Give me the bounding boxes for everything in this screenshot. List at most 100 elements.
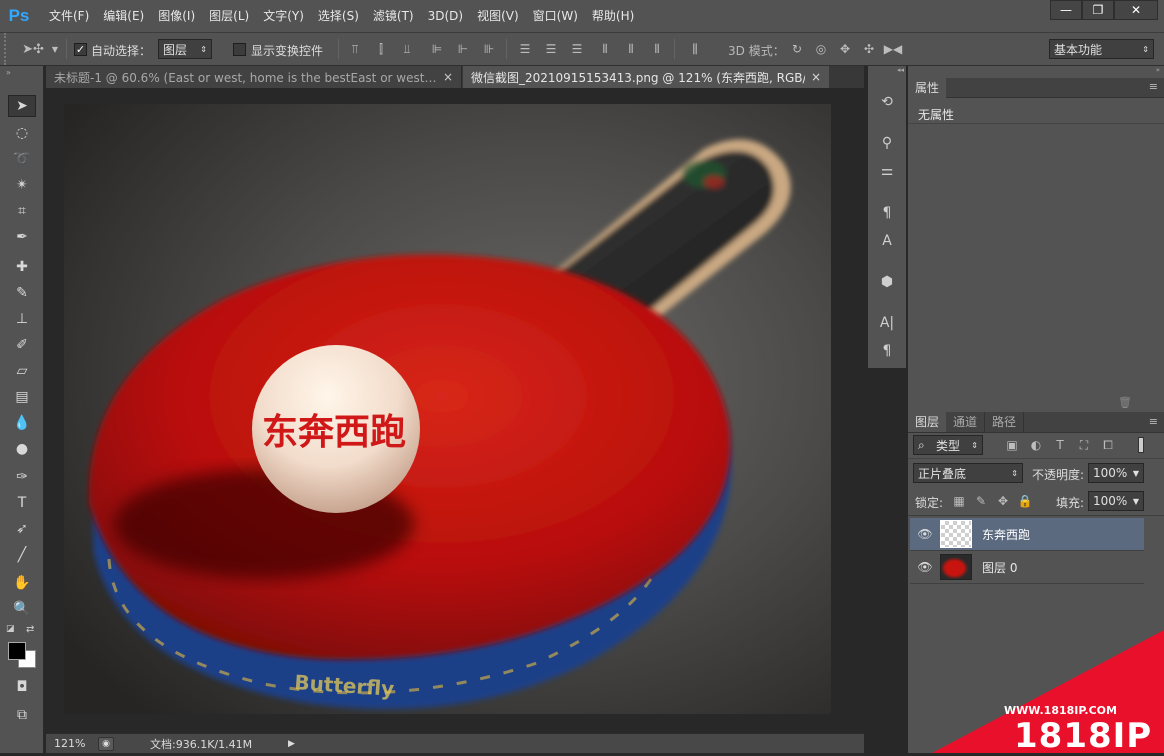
crop-tool-icon[interactable]: ⌗ <box>8 200 36 222</box>
pen-tool-icon[interactable]: ✑ <box>8 466 36 488</box>
paragraph-styles-icon[interactable]: A <box>874 230 900 252</box>
distribute-top-icon[interactable]: ☰ <box>516 40 534 58</box>
workspace-dropdown[interactable]: 基本功能 ⇕ <box>1049 39 1154 59</box>
distribute-vcenter-icon[interactable]: ☰ <box>542 40 560 58</box>
minimize-button[interactable]: — <box>1050 0 1082 20</box>
menu-type[interactable]: 文字(Y) <box>256 0 311 32</box>
panel-menu-icon[interactable]: ≡ <box>1149 80 1158 93</box>
type-tool-icon[interactable]: T <box>8 492 36 514</box>
lock-all-icon[interactable]: 🔒 <box>1018 493 1033 509</box>
brush-presets-icon[interactable]: ⚲ <box>874 132 900 154</box>
slide-3d-icon[interactable]: ✣ <box>860 40 878 58</box>
path-selection-tool-icon[interactable]: ➶ <box>8 518 36 540</box>
line-tool-icon[interactable]: ╱ <box>8 544 36 566</box>
lock-position-icon[interactable]: ✥ <box>996 493 1010 509</box>
align-bottom-icon[interactable]: ⫫ <box>398 40 416 58</box>
panel-collapse-icon[interactable]: » <box>908 66 1164 78</box>
opacity-field[interactable]: 100% ▼ <box>1088 463 1144 483</box>
chevron-down-icon[interactable]: ▼ <box>48 40 62 58</box>
eyedropper-tool-icon[interactable]: ✒ <box>8 226 36 248</box>
history-panel-icon[interactable]: ⟲ <box>874 91 900 113</box>
fill-field[interactable]: 100% ▼ <box>1088 491 1144 511</box>
filter-type-icon[interactable]: T <box>1052 437 1068 453</box>
distribute-bottom-icon[interactable]: ☰ <box>568 40 586 58</box>
eraser-tool-icon[interactable]: ▱ <box>8 360 36 382</box>
menu-3d[interactable]: 3D(D) <box>421 0 470 32</box>
align-right-icon[interactable]: ⊪ <box>480 40 498 58</box>
filter-smart-object-icon[interactable]: ⧠ <box>1100 437 1116 453</box>
layer-row[interactable]: 👁 东奔西跑 <box>910 518 1144 551</box>
menu-window[interactable]: 窗口(W) <box>526 0 585 32</box>
align-vcenter-icon[interactable]: ⫿ <box>372 40 390 58</box>
drag-3d-icon[interactable]: ✥ <box>836 40 854 58</box>
filter-pixel-icon[interactable]: ▣ <box>1004 437 1020 453</box>
delete-icon[interactable]: 🗑 <box>1118 396 1132 409</box>
distribute-left-icon[interactable]: ⫴ <box>596 40 614 58</box>
filter-toggle[interactable] <box>1138 437 1144 453</box>
show-transform-checkbox[interactable] <box>233 43 246 56</box>
move-tool-icon[interactable]: ➤ <box>8 95 36 117</box>
restore-button[interactable]: ❐ <box>1082 0 1114 20</box>
scale-3d-icon[interactable]: ▶◀ <box>884 40 902 58</box>
lock-pixels-icon[interactable]: ✎ <box>974 493 988 509</box>
align-left-icon[interactable]: ⊫ <box>428 40 446 58</box>
auto-align-icon[interactable]: ⫼ <box>686 40 704 58</box>
magic-wand-tool-icon[interactable]: ✴ <box>8 174 36 196</box>
close-button[interactable]: ✕ <box>1114 0 1158 20</box>
menu-filter[interactable]: 滤镜(T) <box>366 0 421 32</box>
visibility-eye-icon[interactable]: 👁 <box>910 527 940 541</box>
collapse-icon[interactable]: » <box>6 68 11 77</box>
layer-filter-dropdown[interactable]: ⌕ 类型 ⇕ <box>913 435 983 455</box>
share-icon[interactable]: ◉ <box>98 736 114 751</box>
screen-mode-icon[interactable]: ⧉ <box>8 704 36 726</box>
swap-colors-icon[interactable]: ⇄ <box>26 624 34 635</box>
tab-properties[interactable]: 属性 <box>908 78 947 98</box>
layer-name[interactable]: 图层 0 <box>982 559 1017 576</box>
gradient-tool-icon[interactable]: ▤ <box>8 386 36 408</box>
align-top-icon[interactable]: ⫪ <box>346 40 364 58</box>
move-tool-preset-icon[interactable]: ➤✣ <box>22 40 44 58</box>
zoom-tool-icon[interactable]: 🔍 <box>8 598 36 620</box>
tab-close-icon[interactable]: × <box>443 70 453 84</box>
status-menu-icon[interactable]: ▶ <box>288 739 295 749</box>
tab-paths[interactable]: 路径 <box>985 412 1025 432</box>
healing-brush-tool-icon[interactable]: ✚ <box>8 256 36 278</box>
auto-select-checkbox[interactable]: ✓ <box>74 43 87 56</box>
hand-tool-icon[interactable]: ✋ <box>8 572 36 594</box>
filter-adjustment-icon[interactable]: ◐ <box>1028 437 1044 453</box>
history-brush-tool-icon[interactable]: ✐ <box>8 334 36 356</box>
distribute-right-icon[interactable]: ⫴ <box>648 40 666 58</box>
menu-select[interactable]: 选择(S) <box>311 0 366 32</box>
quick-mask-icon[interactable]: ◘ <box>8 676 36 698</box>
strip-collapse-icon[interactable]: ◂◂ <box>868 66 906 78</box>
menu-layer[interactable]: 图层(L) <box>202 0 256 32</box>
menu-view[interactable]: 视图(V) <box>470 0 526 32</box>
auto-select-dropdown[interactable]: 图层 ⇕ <box>158 39 212 59</box>
brush-tool-icon[interactable]: ✎ <box>8 282 36 304</box>
dodge-tool-icon[interactable]: ● <box>8 438 36 460</box>
tab-untitled-1[interactable]: 未标题-1 @ 60.6% (East or west, home is the… <box>46 66 462 88</box>
lasso-tool-icon[interactable]: ➰ <box>8 148 36 170</box>
3d-panel-icon[interactable]: ⬢ <box>874 271 900 293</box>
rotate-3d-icon[interactable]: ↻ <box>788 40 806 58</box>
foreground-color-swatch[interactable] <box>8 642 26 660</box>
tab-close-icon[interactable]: × <box>811 70 821 84</box>
distribute-hcenter-icon[interactable]: ⫴ <box>622 40 640 58</box>
menu-edit[interactable]: 编辑(E) <box>96 0 151 32</box>
character-styles-icon[interactable]: ¶ <box>874 202 900 224</box>
align-hcenter-icon[interactable]: ⊩ <box>454 40 472 58</box>
blur-tool-icon[interactable]: 💧 <box>8 412 36 434</box>
character-panel-icon[interactable]: A| <box>874 312 900 334</box>
tab-wechat-screenshot[interactable]: 微信截图_20210915153413.png @ 121% (东奔西跑, RG… <box>463 66 829 88</box>
roll-3d-icon[interactable]: ◎ <box>812 40 830 58</box>
image-canvas[interactable]: Butterfly 东奔西跑 <box>64 104 831 714</box>
layer-name[interactable]: 东奔西跑 <box>982 526 1030 543</box>
zoom-level[interactable]: 121% <box>54 737 98 750</box>
menu-image[interactable]: 图像(I) <box>151 0 202 32</box>
adjustments-icon[interactable]: ⚌ <box>874 160 900 182</box>
menu-file[interactable]: 文件(F) <box>42 0 96 32</box>
tab-layers[interactable]: 图层 <box>908 412 947 432</box>
menu-help[interactable]: 帮助(H) <box>585 0 641 32</box>
visibility-eye-icon[interactable]: 👁 <box>910 560 940 574</box>
panel-menu-icon[interactable]: ≡ <box>1149 415 1158 428</box>
